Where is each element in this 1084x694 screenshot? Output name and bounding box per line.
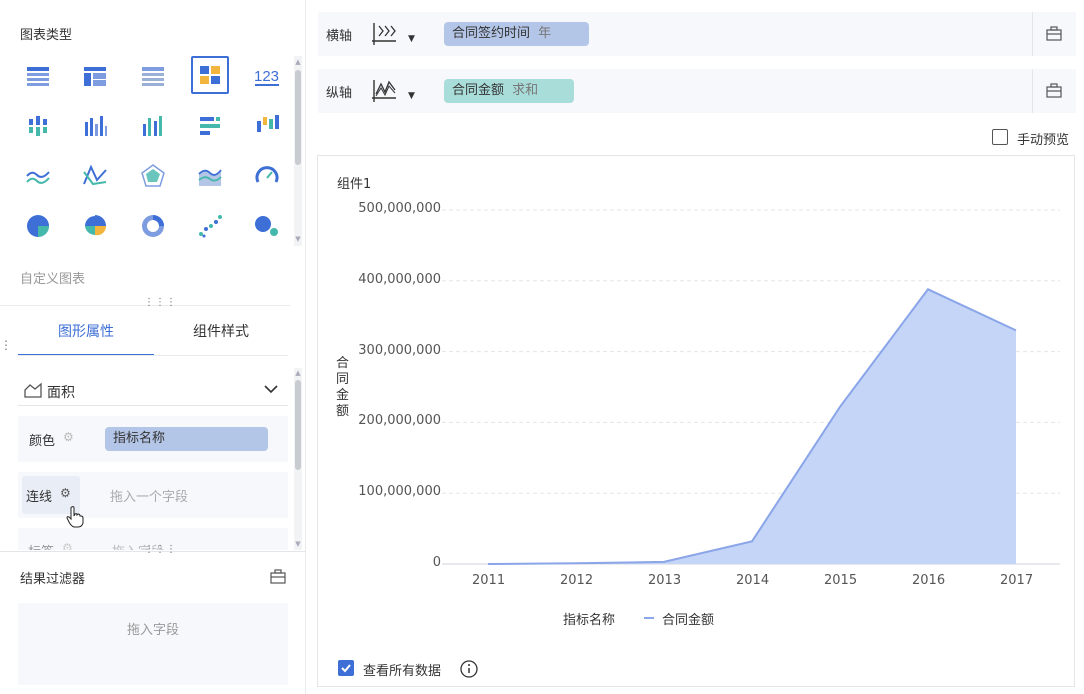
- props-scroll-up-icon[interactable]: ▲: [294, 369, 302, 377]
- color-row: 颜色 ⚙ 指标名称: [18, 416, 288, 462]
- x-tick-label: 2012: [560, 573, 594, 588]
- hand-cursor-icon: [66, 506, 84, 528]
- auto-chart-icon[interactable]: [191, 56, 229, 94]
- y-axis-briefcase-icon[interactable]: [1046, 83, 1062, 98]
- donut-chart-icon[interactable]: [134, 207, 172, 245]
- filter-placeholder: 拖入字段: [126, 623, 179, 638]
- label-label: 标签: [28, 541, 54, 550]
- x-tick-label: 2015: [824, 573, 858, 588]
- left-panel: 图表类型 123 ▲ ▼ 自定义图表 ⋮⋮⋮ 图形属性 组件样式 ⋮ 面积 颜色…: [0, 0, 306, 694]
- chevron-down-icon: [264, 385, 278, 394]
- detail-table-icon[interactable]: [134, 57, 172, 95]
- y-field-name: 合同金额: [452, 83, 505, 98]
- gauge-chart-icon[interactable]: [248, 157, 286, 195]
- drag-handle-icon[interactable]: ⋮⋮⋮: [144, 297, 177, 308]
- grouped-bar-icon[interactable]: [19, 107, 57, 145]
- x-tick-label: 2016: [912, 573, 946, 588]
- shape-select[interactable]: 面积: [18, 372, 288, 406]
- view-all-data-checkbox[interactable]: [338, 660, 354, 676]
- x-axis-briefcase-icon[interactable]: [1046, 26, 1062, 41]
- y-axis-bar: 纵轴 ▼ 合同金额 求和: [318, 69, 1076, 113]
- line-row: 连线 ⚙ 拖入一个字段: [18, 472, 288, 528]
- y-field-suffix: 求和: [512, 83, 539, 98]
- x-tick-label: 2013: [648, 573, 682, 588]
- legend-marker: [644, 617, 654, 619]
- legend-item[interactable]: 合同金额: [662, 609, 714, 628]
- chart-panel: 组件1 合同金额 500,000,000 400,000,000 300,000,0…: [317, 155, 1075, 687]
- color-gear-icon[interactable]: ⚙: [63, 430, 74, 444]
- x-axis-type-icon[interactable]: [370, 21, 398, 47]
- waterfall-chart-icon[interactable]: [248, 107, 286, 145]
- x-axis-label: 横轴: [326, 29, 353, 44]
- color-label: 颜色: [29, 434, 56, 449]
- manual-preview-label[interactable]: 手动预览: [1017, 129, 1069, 148]
- result-filter-title: 结果过滤器: [20, 572, 86, 587]
- y-axis-type-icon[interactable]: [370, 78, 398, 104]
- label-gear-icon[interactable]: ⚙: [62, 541, 73, 550]
- line-label: 连线: [26, 490, 53, 505]
- radar-chart-icon[interactable]: [134, 157, 172, 195]
- x-axis-dropdown-icon[interactable]: ▼: [408, 34, 415, 44]
- props-scrollbar[interactable]: [294, 368, 302, 550]
- legend-title: 指标名称: [563, 613, 616, 628]
- chart-type-title: 图表类型: [20, 28, 73, 43]
- scroll-up-icon[interactable]: ▲: [294, 58, 302, 66]
- x-axis-bar: 横轴 ▼ 合同签约时间 年: [318, 12, 1076, 56]
- pie-chart-icon[interactable]: [19, 207, 57, 245]
- filter-drop-zone[interactable]: 拖入字段: [18, 603, 288, 685]
- area-shape-icon: [24, 382, 42, 398]
- table-chart-icon[interactable]: [19, 57, 57, 95]
- bar-chart-icon[interactable]: [191, 107, 229, 145]
- checkmark-icon: [341, 664, 351, 673]
- color-field-pill[interactable]: 指标名称: [105, 427, 268, 451]
- tab-component-style[interactable]: 组件样式: [154, 312, 288, 356]
- tab-graphic-properties[interactable]: 图形属性: [18, 312, 154, 356]
- area-chart-icon[interactable]: [191, 157, 229, 195]
- view-all-data-label[interactable]: 查看所有数据: [363, 660, 441, 679]
- x-tick-label: 2017: [1000, 573, 1034, 588]
- kpi-number-icon[interactable]: 123: [248, 57, 286, 95]
- x-field-suffix: 年: [538, 26, 552, 41]
- multi-column-icon[interactable]: [134, 107, 172, 145]
- x-ticks: 2011 2012 2013 2014 2015 2016 2017: [318, 156, 1074, 596]
- y-field-pill[interactable]: 合同金额 求和: [444, 79, 574, 103]
- x-tick-label: 2014: [736, 573, 770, 588]
- props-scroll-down-icon[interactable]: ▼: [294, 540, 302, 548]
- briefcase-icon[interactable]: [270, 569, 286, 584]
- cross-line-icon[interactable]: [76, 157, 114, 195]
- line-chart-icon[interactable]: [19, 157, 57, 195]
- column-chart-icon[interactable]: [76, 107, 114, 145]
- shape-value: 面积: [47, 385, 75, 401]
- y-axis-label: 纵轴: [326, 86, 353, 101]
- tab-divider: [18, 355, 288, 356]
- scatter-chart-icon[interactable]: [191, 207, 229, 245]
- x-tick-label: 2011: [472, 573, 506, 588]
- line-field-placeholder[interactable]: 拖入一个字段: [110, 486, 188, 505]
- drag-handle-icon-2[interactable]: ⋮⋮⋮: [144, 544, 177, 555]
- svg-text:123: 123: [254, 68, 279, 85]
- left-resize-handle-icon[interactable]: ⋮: [0, 338, 12, 352]
- info-icon[interactable]: [460, 660, 478, 678]
- chart-type-scrollbar[interactable]: [294, 56, 302, 246]
- custom-chart-label[interactable]: 自定义图表: [20, 268, 85, 287]
- line-gear-icon[interactable]: ⚙: [60, 486, 71, 500]
- manual-preview-checkbox[interactable]: [992, 129, 1008, 145]
- rose-chart-icon[interactable]: [76, 207, 114, 245]
- scroll-down-icon[interactable]: ▼: [294, 235, 302, 243]
- bubble-chart-icon[interactable]: [248, 207, 286, 245]
- x-field-pill[interactable]: 合同签约时间 年: [444, 22, 589, 46]
- cross-table-icon[interactable]: [76, 57, 114, 95]
- y-axis-dropdown-icon[interactable]: ▼: [408, 91, 415, 101]
- x-field-name: 合同签约时间: [452, 26, 531, 41]
